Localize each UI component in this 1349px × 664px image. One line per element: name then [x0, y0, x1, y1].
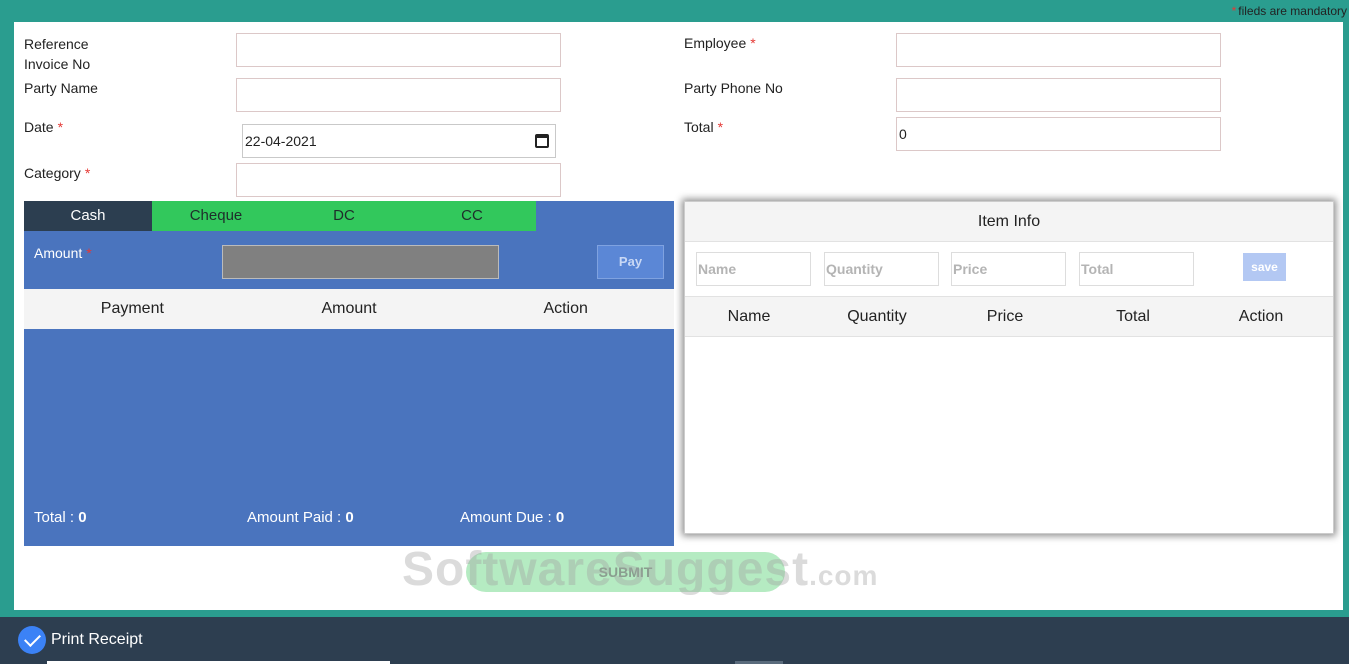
- employee-input[interactable]: [896, 33, 1221, 67]
- column-header-payment: Payment: [100, 300, 164, 317]
- party-phone-input[interactable]: [896, 78, 1221, 112]
- employee-label: Employee *: [684, 33, 756, 53]
- print-receipt-label[interactable]: Print Receipt: [51, 631, 143, 649]
- item-quantity-input[interactable]: Quantity: [824, 252, 939, 286]
- tab-dc[interactable]: DC: [280, 201, 408, 231]
- reference-invoice-label: Reference Invoice No: [24, 36, 91, 72]
- category-label: Category *: [24, 163, 90, 183]
- category-label-text: Category: [24, 165, 81, 181]
- summary-amount-due-label: Amount Due :: [460, 509, 556, 526]
- amount-label: Amount *: [34, 245, 92, 261]
- total-input[interactable]: [896, 117, 1221, 151]
- item-info-title: Item Info: [685, 202, 1333, 242]
- reference-invoice-input[interactable]: [236, 33, 561, 67]
- column-header-name: Name: [727, 307, 771, 325]
- required-star: *: [57, 119, 64, 135]
- item-info-panel: Item Info Name Quantity Price Total save…: [684, 201, 1334, 534]
- payment-tabs: Cash Cheque DC CC: [24, 201, 536, 231]
- party-name-label: Party Name: [24, 80, 98, 96]
- party-phone-label: Party Phone No: [684, 80, 783, 96]
- watermark-suffix: .com: [809, 560, 879, 591]
- tab-cash[interactable]: Cash: [24, 201, 152, 231]
- summary-total-value: 0: [78, 509, 87, 526]
- required-star: *: [750, 35, 756, 51]
- required-star: *: [717, 119, 724, 135]
- summary-amount-paid-label: Amount Paid :: [247, 509, 346, 526]
- calendar-icon[interactable]: [535, 134, 549, 148]
- date-field[interactable]: 22-04-2021: [242, 124, 556, 158]
- required-star: *: [84, 165, 91, 181]
- check-icon[interactable]: [18, 626, 46, 654]
- amount-input[interactable]: [222, 245, 499, 279]
- summary-amount-paid-value: 0: [345, 509, 354, 526]
- summary-amount-due-value: 0: [555, 509, 565, 526]
- column-header-total: Total: [1116, 307, 1150, 325]
- main-panel: Reference Invoice No Party Name Date * 22…: [14, 22, 1343, 610]
- save-button[interactable]: save: [1243, 253, 1286, 281]
- mandatory-note: * fileds are mandatory: [1232, 4, 1347, 18]
- summary-amount-paid: Amount Paid : 0: [247, 509, 460, 529]
- item-table-header: Name Quantity Price Total Action: [685, 297, 1333, 337]
- column-header-action: Action: [1238, 307, 1284, 325]
- required-star: *: [1231, 4, 1237, 18]
- bottom-bar: Print Receipt: [0, 617, 1349, 664]
- date-label: Date *: [24, 117, 63, 137]
- pay-button[interactable]: Pay: [597, 245, 664, 279]
- column-header-action: Action: [543, 300, 588, 317]
- column-header-quantity: Quantity: [847, 307, 907, 325]
- summary-total: Total : 0: [34, 509, 247, 529]
- payment-summary: Total : 0 Amount Paid : 0 Amount Due : 0: [34, 509, 674, 529]
- column-header-amount: Amount: [321, 300, 377, 317]
- item-name-input[interactable]: Name: [696, 252, 811, 286]
- total-label: Total *: [684, 117, 723, 137]
- category-input[interactable]: [236, 163, 561, 197]
- summary-total-label: Total :: [34, 509, 79, 526]
- item-total-input[interactable]: Total: [1079, 252, 1194, 286]
- item-price-input[interactable]: Price: [951, 252, 1066, 286]
- tab-cheque[interactable]: Cheque: [152, 201, 280, 231]
- employee-label-text: Employee: [684, 35, 747, 51]
- party-name-input[interactable]: [236, 78, 561, 112]
- amount-label-text: Amount: [34, 245, 83, 261]
- payment-table-header: Payment Amount Action: [24, 289, 674, 329]
- item-input-row: Name Quantity Price Total save: [685, 242, 1333, 297]
- summary-amount-due: Amount Due : 0: [460, 509, 673, 529]
- tab-cc[interactable]: CC: [408, 201, 536, 231]
- mandatory-note-text: fileds are mandatory: [1238, 4, 1347, 18]
- total-label-text: Total: [684, 119, 714, 135]
- date-label-text: Date: [24, 119, 54, 135]
- payment-panel: Cash Cheque DC CC Amount * Pay Payment Am…: [24, 201, 674, 546]
- date-value: 22-04-2021: [245, 133, 317, 149]
- submit-button[interactable]: SUBMIT: [466, 552, 785, 592]
- required-star: *: [86, 245, 92, 261]
- column-header-price: Price: [986, 307, 1024, 325]
